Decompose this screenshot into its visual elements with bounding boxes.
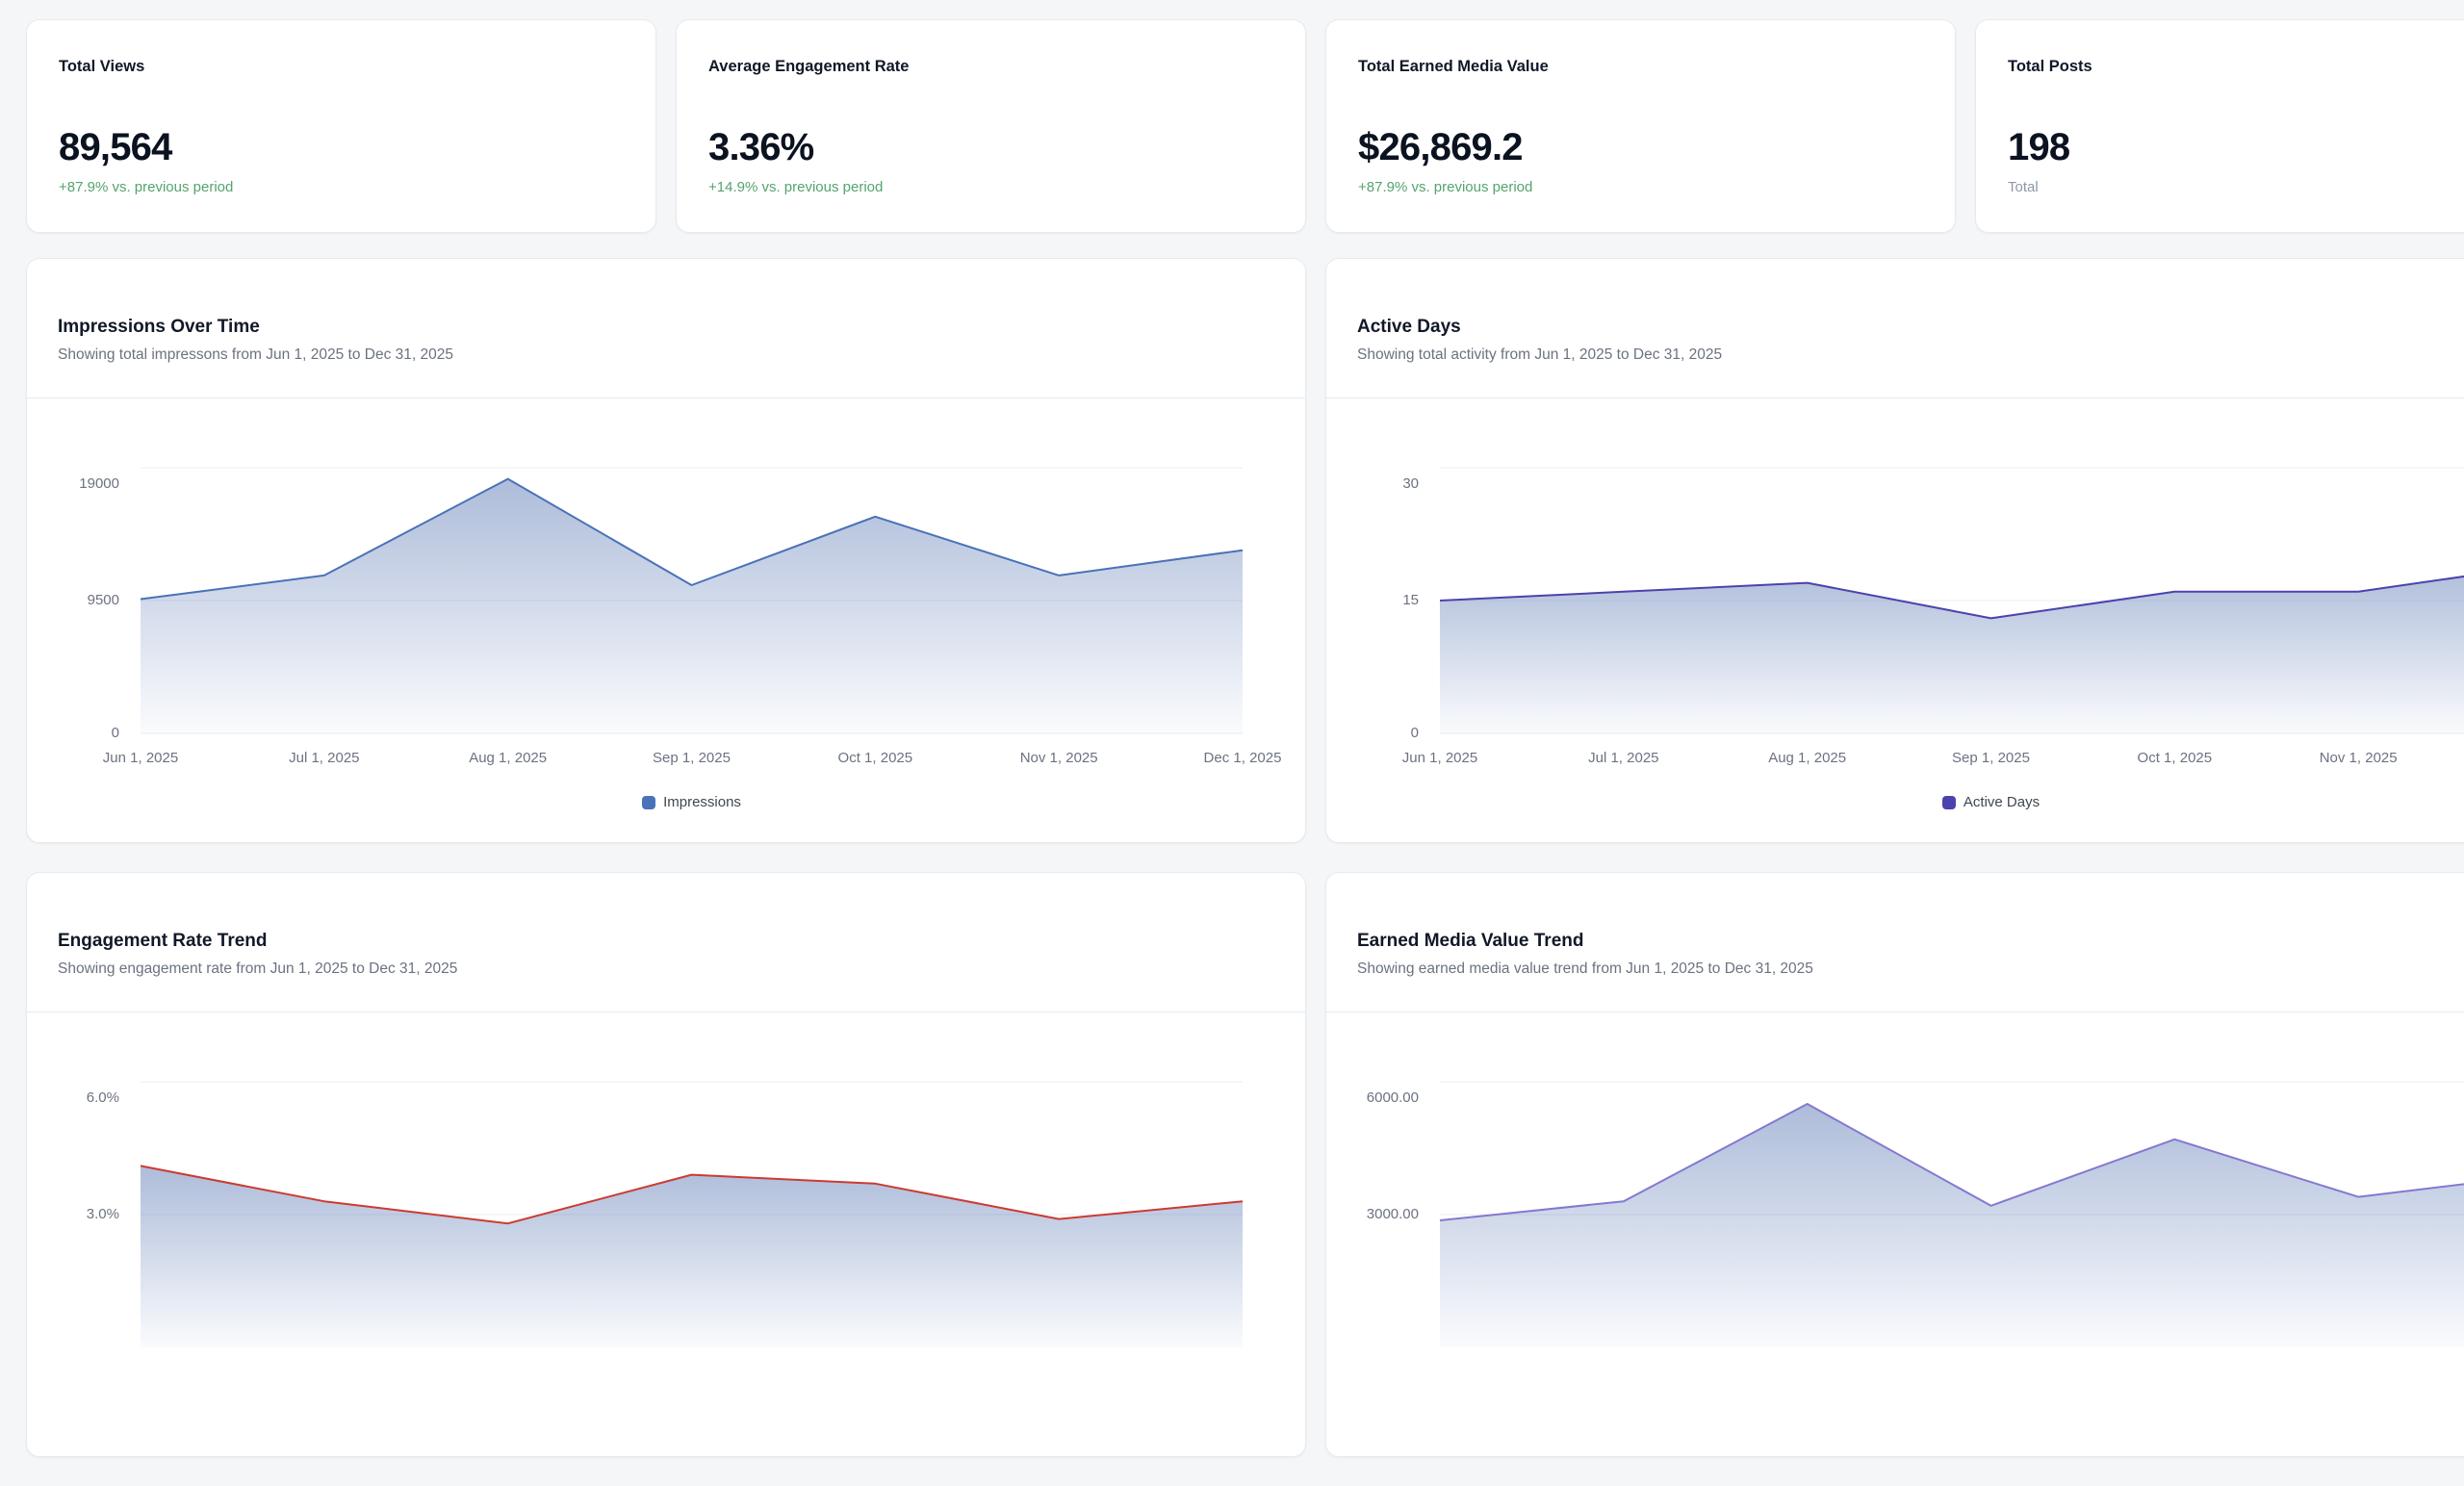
chart-legend: Active Days [1440,793,2464,812]
x-axis-tick-label: Oct 1, 2025 [803,749,947,768]
chart-header: Earned Media Value Trend Showing earned … [1326,873,2464,981]
y-axis-tick-label: 3.0% [27,1205,119,1224]
stat-card-title: Total Earned Media Value [1358,55,1923,78]
stat-cards-row: Total Views 89,564 +87.9% vs. previous p… [26,19,2464,233]
chart-legend: Impressions [141,793,1243,812]
x-axis-tick-label: Nov 1, 2025 [2286,749,2430,768]
area-fill [1440,1104,2464,1347]
stat-card-value: $26,869.2 [1358,126,1923,168]
chart-plot-active-days[interactable]: 30 15 0 Jun 1, 2025 Jul 1, 2025 Aug 1, 2025 Se… [1326,398,2464,843]
chart-subtitle: Showing earned media value trend from Ju… [1357,958,2464,981]
x-axis-tick-label: Sep 1, 2025 [620,749,764,768]
stat-card-title: Average Engagement Rate [708,55,1273,78]
chart-area-svg[interactable] [1440,468,2464,733]
chart-plot-impressions[interactable]: 19000 9500 0 Jun 1, 2025 Jul 1, 2025 Aug 1, 2… [27,398,1305,843]
x-axis-tick-label: Aug 1, 2025 [1735,749,1880,768]
x-axis-tick-label: Sep 1, 2025 [1919,749,2064,768]
chart-plot-engagement-rate[interactable]: 6.0% 3.0% [27,1012,1305,1457]
legend-label: Active Days [1964,793,2040,812]
chart-area-svg[interactable] [141,1082,1243,1347]
chart-area-svg[interactable] [1440,1082,2464,1347]
chart-plot-earned-media-value[interactable]: 6000.00 3000.00 [1326,1012,2464,1457]
chart-card-engagement-rate-trend: Engagement Rate Trend Showing engagement… [26,872,1306,1457]
stat-card-total-posts: Total Posts 198 Total [1975,19,2464,233]
stat-card-total-views: Total Views 89,564 +87.9% vs. previous p… [26,19,656,233]
x-axis-tick-label: Jun 1, 2025 [1368,749,1512,768]
chart-card-earned-media-value-trend: Earned Media Value Trend Showing earned … [1325,872,2464,1457]
y-axis-tick-label: 15 [1326,591,1419,610]
chart-header: Engagement Rate Trend Showing engagement… [27,873,1305,981]
legend-label: Impressions [663,793,741,812]
y-axis-tick-label: 6000.00 [1326,1089,1419,1108]
y-axis-tick-label: 0 [1326,724,1419,743]
chart-header: Impressions Over Time Showing total impr… [27,259,1305,367]
stat-card-value: 198 [2008,126,2464,168]
x-axis-tick-label: Jul 1, 2025 [252,749,397,768]
x-axis-tick-label: Aug 1, 2025 [436,749,580,768]
chart-subtitle: Showing engagement rate from Jun 1, 2025… [58,958,1274,981]
chart-title: Engagement Rate Trend [58,929,1274,954]
dashboard-page: Total Views 89,564 +87.9% vs. previous p… [26,19,2464,1486]
chart-card-impressions-over-time: Impressions Over Time Showing total impr… [26,258,1306,843]
legend-swatch-icon [642,796,655,809]
stat-card-value: 89,564 [59,126,624,168]
stat-card-change: +87.9% vs. previous period [59,178,624,197]
chart-header: Active Days Showing total activity from … [1326,259,2464,367]
stat-card-change: +87.9% vs. previous period [1358,178,1923,197]
stat-card-title: Total Views [59,55,624,78]
y-axis-tick-label: 0 [27,724,119,743]
y-axis-tick-label: 6.0% [27,1089,119,1108]
y-axis-tick-label: 19000 [27,474,119,494]
x-axis-tick-label: Nov 1, 2025 [987,749,1131,768]
chart-area-svg[interactable] [141,468,1243,733]
chart-card-active-days: Active Days Showing total activity from … [1325,258,2464,843]
y-axis-tick-label: 9500 [27,591,119,610]
chart-title: Impressions Over Time [58,315,1274,340]
stat-card-change: Total [2008,178,2464,197]
charts-row-2: Engagement Rate Trend Showing engagement… [26,872,2464,1457]
chart-subtitle: Showing total activity from Jun 1, 2025 … [1357,344,2464,367]
stat-card-change: +14.9% vs. previous period [708,178,1273,197]
charts-row-1: Impressions Over Time Showing total impr… [26,258,2464,843]
area-fill [141,1166,1243,1347]
chart-title: Active Days [1357,315,2464,340]
area-fill [141,479,1243,733]
stat-card-title: Total Posts [2008,55,2464,78]
chart-subtitle: Showing total impressons from Jun 1, 202… [58,344,1274,367]
stat-card-value: 3.36% [708,126,1273,168]
y-axis-tick-label: 30 [1326,474,1419,494]
stat-card-average-engagement-rate: Average Engagement Rate 3.36% +14.9% vs.… [676,19,1306,233]
x-axis-tick-label: Oct 1, 2025 [2102,749,2246,768]
chart-title: Earned Media Value Trend [1357,929,2464,954]
area-fill [1440,565,2464,733]
legend-swatch-icon [1942,796,1956,809]
x-axis-tick-label: Jun 1, 2025 [68,749,213,768]
x-axis-tick-label: Jul 1, 2025 [1552,749,1696,768]
stat-card-total-earned-media-value: Total Earned Media Value $26,869.2 +87.9… [1325,19,1956,233]
analytics-dashboard: { "page": { "background": "#f5f6f8", "ca… [0,0,2464,1267]
y-axis-tick-label: 3000.00 [1326,1205,1419,1224]
x-axis-tick-label: Dec 1, 2025 [1170,749,1306,768]
